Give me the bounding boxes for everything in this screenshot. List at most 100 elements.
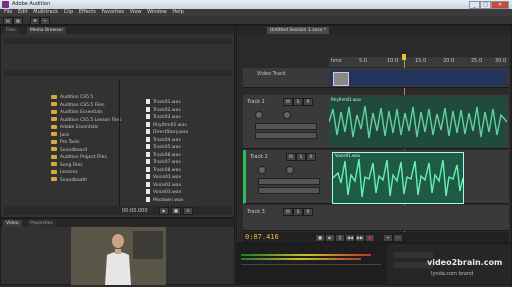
footer-timecode: 00:00.000 bbox=[122, 208, 148, 214]
menu-edit[interactable]: Edit bbox=[18, 9, 28, 16]
video-clip[interactable] bbox=[329, 70, 507, 86]
list-item[interactable]: Rhythm01.wav bbox=[146, 121, 231, 130]
ruler-label: 25.0 bbox=[471, 58, 483, 64]
multitrack-view-button[interactable]: ▦ bbox=[13, 17, 23, 25]
folder-icon bbox=[51, 169, 57, 174]
list-item[interactable]: Track04.wav bbox=[146, 136, 231, 145]
solo-button[interactable]: S bbox=[296, 153, 306, 161]
stop-button[interactable]: ■ bbox=[315, 234, 325, 242]
folder-icon bbox=[51, 109, 57, 114]
audio-file-icon bbox=[146, 196, 150, 202]
audio-file-icon bbox=[146, 151, 150, 157]
ruler-label: 5.0 bbox=[359, 58, 367, 64]
list-item[interactable]: Track07.wav bbox=[146, 159, 231, 167]
title-bar: Adobe Audition _ □ ✕ bbox=[0, 0, 512, 9]
move-tool-icon[interactable]: ✥ bbox=[30, 17, 40, 25]
zoom-out-icon[interactable]: − bbox=[393, 234, 403, 242]
list-item[interactable]: Voice03.wav bbox=[146, 189, 231, 197]
media-browser-panel: Files Media Browser Audition CS5.5 Audit… bbox=[0, 25, 235, 218]
menu-help[interactable]: Help bbox=[172, 9, 183, 16]
mute-button[interactable]: M bbox=[286, 153, 296, 161]
clip-name: Rhythm01.wav bbox=[331, 97, 362, 102]
editor-tabs: Untitled Session 1.sesx * bbox=[237, 26, 511, 34]
pane-divider bbox=[119, 80, 120, 215]
play-preview-button[interactable]: ▶ bbox=[159, 207, 169, 215]
list-item[interactable]: Voice02.wav bbox=[146, 181, 231, 190]
folder-icon bbox=[51, 124, 57, 129]
time-ruler: hms 5.0 10.0 15.0 20.0 25.0 30.0 bbox=[329, 57, 509, 67]
list-item[interactable]: Track05.wav bbox=[146, 144, 231, 152]
volume-knob[interactable] bbox=[258, 166, 266, 174]
list-item[interactable]: Track02.wav bbox=[146, 106, 231, 115]
zoom-in-icon[interactable]: + bbox=[383, 234, 393, 242]
audio-track-1: Track 1 M S R Rhythm01.wav bbox=[243, 95, 509, 149]
audio-file-icon bbox=[146, 159, 150, 164]
input-select[interactable] bbox=[255, 123, 317, 130]
tab-properties[interactable]: Properties bbox=[27, 220, 56, 227]
output-select[interactable] bbox=[255, 132, 317, 139]
menu-effects[interactable]: Effects bbox=[79, 9, 96, 16]
folder-icon bbox=[51, 154, 57, 159]
footer-brand: lynda.com brand bbox=[431, 271, 474, 277]
record-arm-button[interactable]: R bbox=[306, 153, 316, 161]
pan-knob[interactable] bbox=[283, 111, 291, 119]
list-item[interactable]: Mixdown.wav bbox=[146, 196, 231, 205]
folder-icon bbox=[51, 94, 57, 99]
menu-view[interactable]: View bbox=[130, 9, 142, 16]
ruler-label: 15.0 bbox=[415, 58, 427, 64]
minimize-button[interactable]: _ bbox=[469, 1, 480, 9]
stop-preview-button[interactable]: ■ bbox=[171, 207, 181, 215]
audio-track-2: Track 2 M S R Voice01.wav bbox=[243, 150, 509, 204]
input-select[interactable] bbox=[258, 178, 320, 185]
list-item[interactable]: Track01.wav bbox=[146, 99, 231, 107]
loop-preview-button[interactable]: ↻ bbox=[183, 207, 193, 215]
list-item[interactable]: Track03.wav bbox=[146, 114, 231, 122]
waveform-graphic bbox=[333, 158, 463, 198]
menu-clip[interactable]: Clip bbox=[64, 9, 73, 16]
video-panel-tabs: Video Properties bbox=[1, 219, 234, 227]
audio-clip-rhythm[interactable]: Rhythm01.wav bbox=[329, 97, 507, 147]
audio-file-icon bbox=[146, 99, 150, 104]
video-preview bbox=[71, 227, 166, 285]
rewind-button[interactable]: ◀◀ bbox=[345, 234, 355, 242]
tab-media-browser[interactable]: Media Browser bbox=[27, 27, 67, 34]
mute-button[interactable]: M bbox=[283, 98, 293, 106]
play-button[interactable]: ▶ bbox=[325, 234, 335, 242]
menu-file[interactable]: File bbox=[4, 9, 12, 16]
maximize-button[interactable]: □ bbox=[480, 1, 491, 9]
waveform-view-button[interactable]: ▤ bbox=[3, 17, 13, 25]
audio-clip-voice[interactable]: Voice01.wav bbox=[332, 152, 464, 204]
audio-file-icon bbox=[146, 144, 150, 149]
list-item[interactable]: Track06.wav bbox=[146, 151, 231, 160]
solo-button[interactable]: S bbox=[293, 98, 303, 106]
mute-button[interactable]: M bbox=[283, 208, 293, 216]
record-arm-button[interactable]: R bbox=[303, 208, 313, 216]
list-item[interactable]: Track08.wav bbox=[146, 166, 231, 175]
file-list: Track01.wav Track02.wav Track03.wav Rhyt… bbox=[146, 99, 231, 204]
timecode-display: 0:07.416 bbox=[245, 233, 279, 241]
tab-video[interactable]: Video bbox=[3, 220, 22, 227]
ruler-label: hms bbox=[331, 58, 342, 64]
menu-window[interactable]: Window bbox=[147, 9, 167, 16]
output-select[interactable] bbox=[258, 187, 320, 194]
record-arm-button[interactable]: R bbox=[303, 98, 313, 106]
menu-favorites[interactable]: Favorites bbox=[101, 9, 124, 16]
tab-session[interactable]: Untitled Session 1.sesx * bbox=[267, 27, 329, 34]
waveform-graphic bbox=[329, 105, 507, 139]
volume-knob[interactable] bbox=[255, 111, 263, 119]
tab-files[interactable]: Files bbox=[3, 27, 19, 34]
menu-multitrack[interactable]: Multitrack bbox=[33, 9, 58, 16]
audio-file-icon bbox=[146, 181, 150, 187]
list-item[interactable]: Voice01.wav bbox=[146, 174, 231, 182]
close-button[interactable]: ✕ bbox=[491, 1, 509, 9]
razor-tool-icon[interactable]: ✂ bbox=[40, 17, 50, 25]
list-item[interactable]: DirectStory.wav bbox=[146, 129, 231, 137]
pan-knob[interactable] bbox=[286, 166, 294, 174]
folder-icon bbox=[51, 177, 57, 181]
clip-name: Voice01.wav bbox=[335, 153, 361, 158]
solo-button[interactable]: S bbox=[293, 208, 303, 216]
audio-file-icon bbox=[146, 174, 150, 179]
forward-button[interactable]: ▶▶ bbox=[355, 234, 365, 242]
pause-button[interactable]: ‖ bbox=[335, 234, 345, 242]
record-button[interactable]: ● bbox=[365, 234, 375, 242]
